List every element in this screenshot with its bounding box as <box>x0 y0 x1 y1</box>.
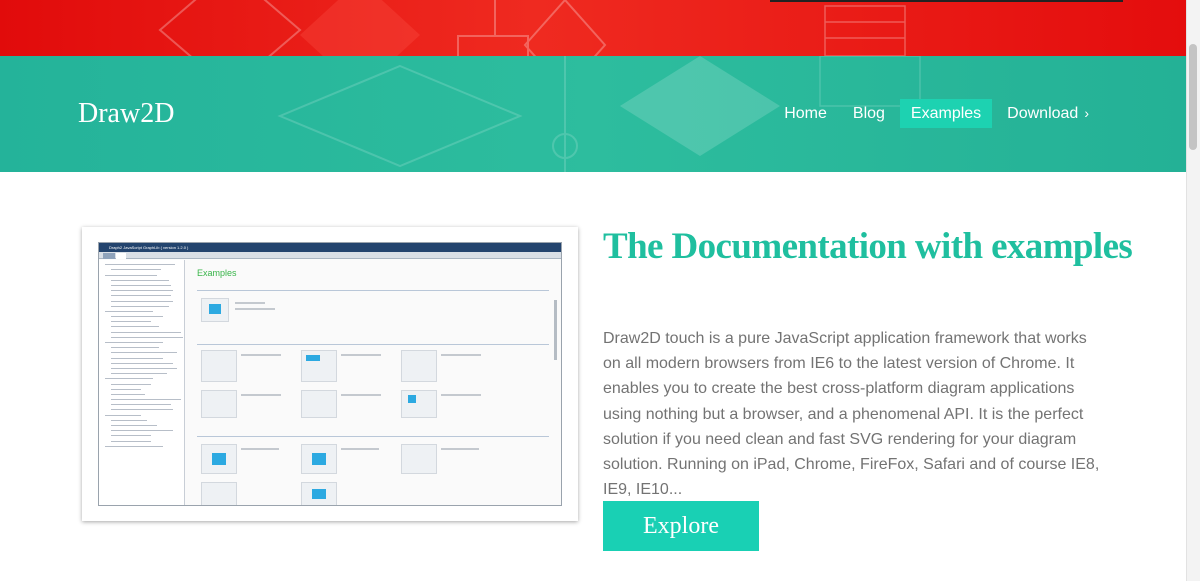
example-tile <box>201 298 229 322</box>
section-divider <box>197 436 549 437</box>
nav-download[interactable]: Download › <box>996 99 1100 128</box>
screenshot-heading: Examples <box>197 268 237 278</box>
example-tile <box>201 482 237 505</box>
example-tile <box>401 350 437 382</box>
screenshot-titlebar: Draph2 JavaScript GraphLib ( version 1.2… <box>99 243 561 252</box>
text-line <box>441 354 481 356</box>
scrollbar-thumb[interactable] <box>1189 44 1197 150</box>
section-title: The Documentation with examples <box>603 226 1133 267</box>
text-line <box>341 354 381 356</box>
nav-download-label: Download <box>1007 105 1079 122</box>
examples-screenshot-card: Draph2 JavaScript GraphLib ( version 1.2… <box>82 227 578 521</box>
screenshot-tree <box>99 260 185 505</box>
section-divider <box>197 344 549 345</box>
chevron-right-icon: › <box>1084 105 1089 121</box>
text-line <box>341 394 381 396</box>
screenshot-tabs <box>99 252 561 259</box>
nav-examples[interactable]: Examples <box>899 99 993 128</box>
example-tile <box>301 482 337 505</box>
page-scrollbar[interactable] <box>1186 0 1200 581</box>
example-tile <box>301 444 337 474</box>
screenshot-scrollbar <box>554 300 557 360</box>
explore-button[interactable]: Explore <box>603 501 759 551</box>
text-line <box>241 448 279 450</box>
section-divider <box>197 290 549 291</box>
section-description: Draw2D touch is a pure JavaScript applic… <box>603 330 1100 499</box>
main-nav: Home Blog Examples Download › <box>773 99 1100 128</box>
text-line <box>441 448 479 450</box>
hero-background <box>0 0 1186 56</box>
nav-home[interactable]: Home <box>773 99 838 128</box>
example-tile <box>201 350 237 382</box>
example-tile <box>401 390 437 418</box>
example-tile <box>301 390 337 418</box>
text-line <box>241 354 281 356</box>
screenshot-content: Examples <box>191 260 561 505</box>
example-tile <box>401 444 437 474</box>
text-line <box>235 302 265 304</box>
nav-blog[interactable]: Blog <box>842 99 896 128</box>
text-line <box>235 308 275 310</box>
example-tile <box>301 350 337 382</box>
diagram-background-graphic <box>158 0 906 56</box>
site-header: Draw2D Home Blog Examples Download › <box>0 56 1186 172</box>
examples-screenshot: Draph2 JavaScript GraphLib ( version 1.2… <box>98 242 562 506</box>
text-line <box>441 394 481 396</box>
example-tile <box>201 444 237 474</box>
example-tile <box>201 390 237 418</box>
text-line <box>241 394 281 396</box>
hero-dark-bar <box>770 0 1123 2</box>
site-logo[interactable]: Draw2D <box>78 98 174 130</box>
text-line <box>341 448 379 450</box>
